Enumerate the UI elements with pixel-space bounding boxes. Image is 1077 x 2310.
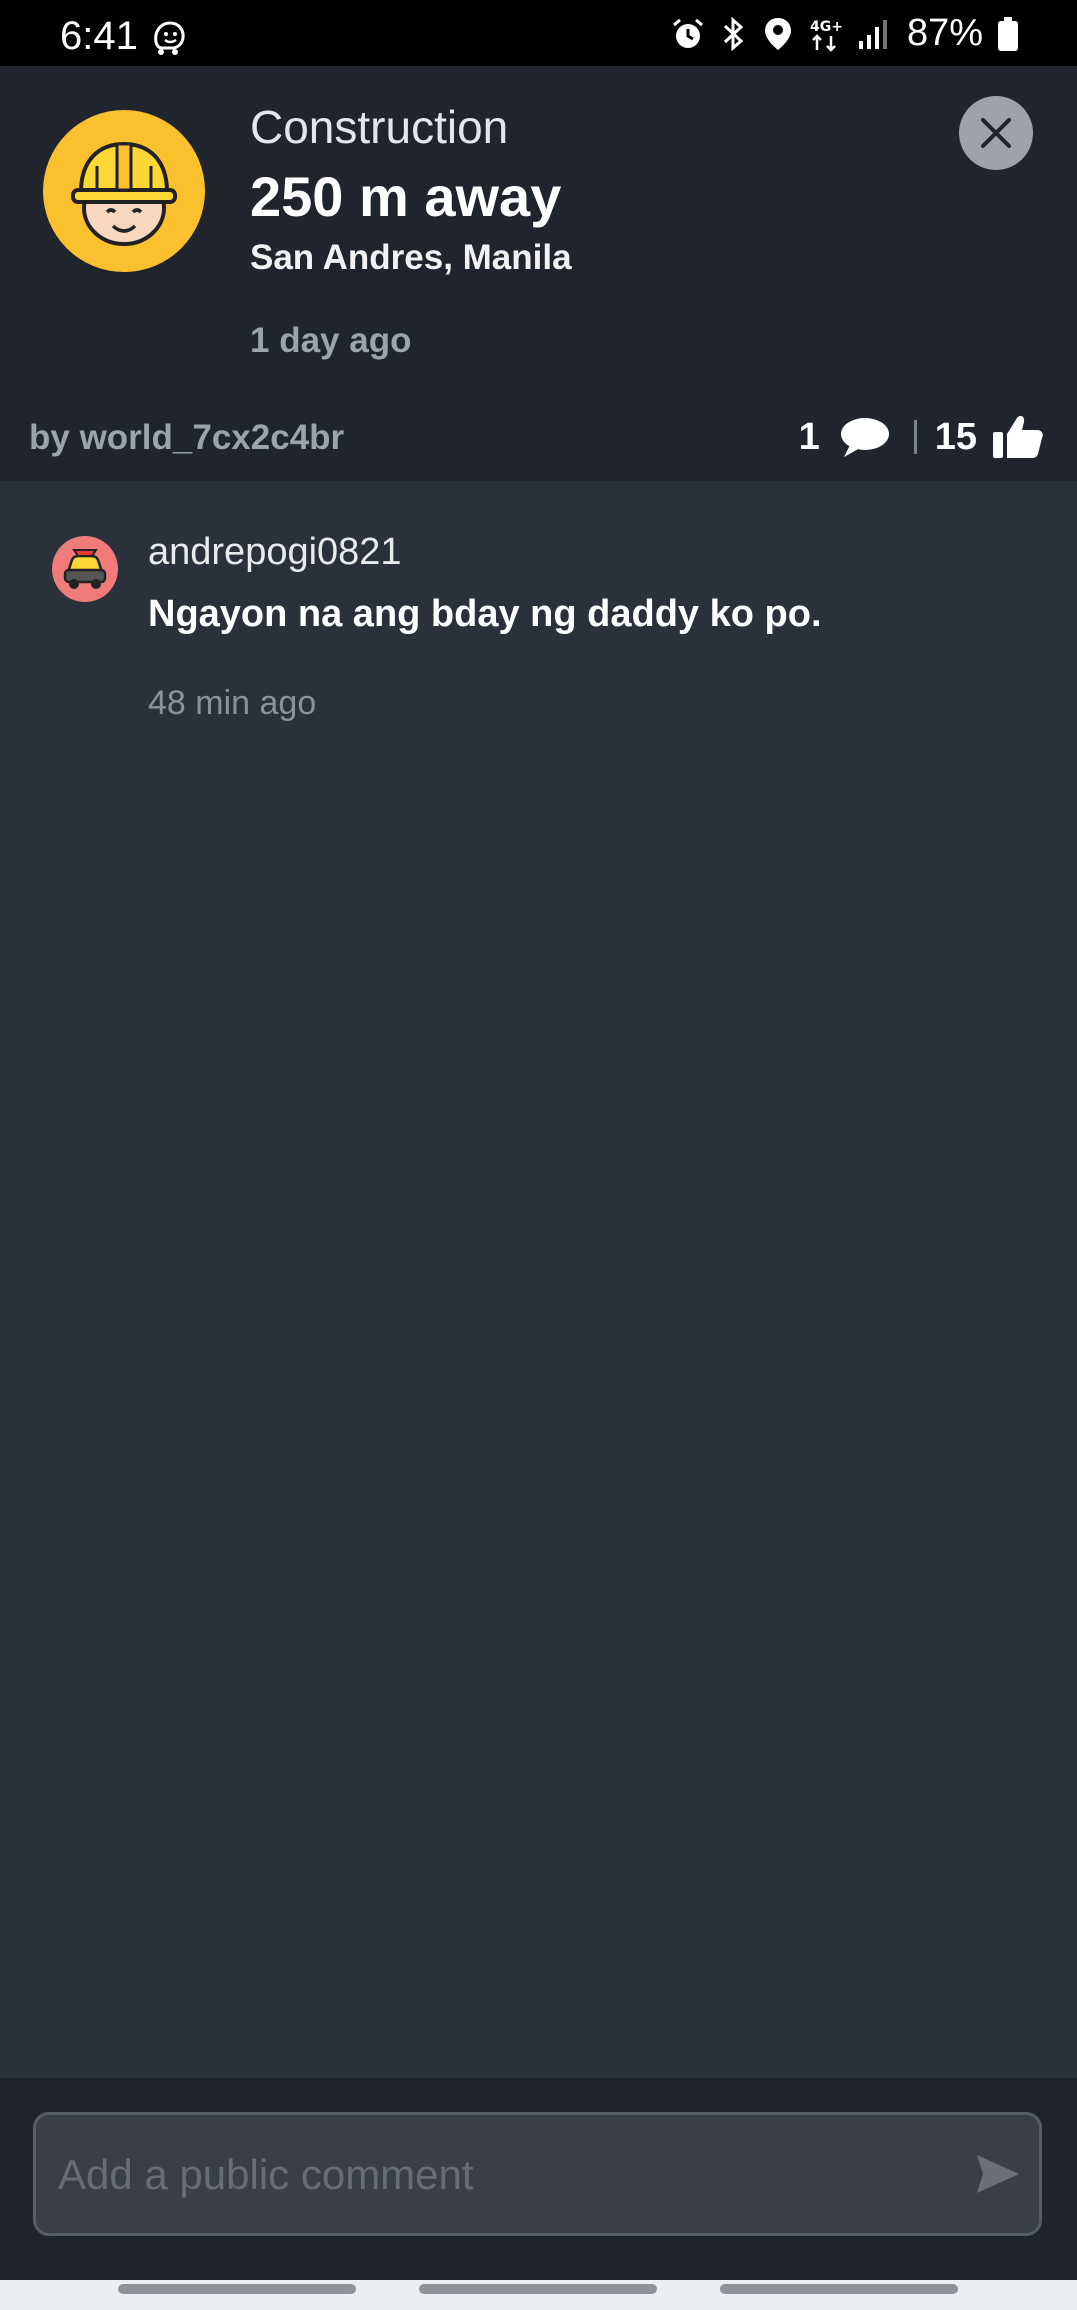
comment-text: Ngayon na ang bday ng daddy ko po. <box>148 593 822 635</box>
stats-divider <box>913 420 917 454</box>
alert-distance: 250 m away <box>250 165 562 228</box>
battery-percent: 87% <box>906 12 983 54</box>
nav-recent-apps-button[interactable] <box>118 2284 356 2294</box>
network-4g-icon: 4G+ <box>810 19 843 52</box>
comment-bubble-icon[interactable] <box>838 415 890 459</box>
send-icon[interactable] <box>973 2149 1023 2199</box>
waze-icon <box>154 21 185 55</box>
status-bar: 6:41 4G+ 87% <box>0 0 1077 66</box>
comment-count: 1 <box>798 415 820 458</box>
system-nav-bar <box>0 2280 1077 2310</box>
nav-home-button[interactable] <box>419 2284 657 2294</box>
reporter-name[interactable]: by world_7cx2c4br <box>29 418 344 458</box>
alert-time: 1 day ago <box>250 321 412 360</box>
thumbs-up-icon[interactable] <box>991 414 1045 460</box>
comment-time: 48 min ago <box>148 684 317 722</box>
alert-location: San Andres, Manila <box>250 238 572 277</box>
wazer-car-avatar-icon <box>52 536 118 602</box>
alert-type: Construction <box>250 101 509 153</box>
bluetooth-icon <box>723 16 744 51</box>
nav-back-button[interactable] <box>720 2284 958 2294</box>
signal-icon <box>858 19 887 49</box>
status-time: 6:41 <box>60 14 138 58</box>
comment-input[interactable] <box>56 2115 980 2235</box>
alert-header: Construction 250 m away San Andres, Mani… <box>0 66 1077 481</box>
comment-username[interactable]: andrepogi0821 <box>148 531 402 574</box>
alarm-icon <box>672 18 703 48</box>
status-icons: 4G+ 87% <box>671 12 1019 55</box>
battery-icon <box>998 16 1018 51</box>
alert-stats: 1 15 <box>799 414 1045 460</box>
svg-text:4G+: 4G+ <box>810 19 843 35</box>
comment-input-box[interactable] <box>33 2112 1042 2236</box>
construction-worker-icon <box>43 110 205 272</box>
location-icon <box>764 17 791 50</box>
close-button[interactable] <box>959 96 1033 170</box>
comment-composer <box>0 2078 1077 2280</box>
thumbs-up-count: 15 <box>934 415 977 458</box>
close-icon <box>981 118 1011 148</box>
